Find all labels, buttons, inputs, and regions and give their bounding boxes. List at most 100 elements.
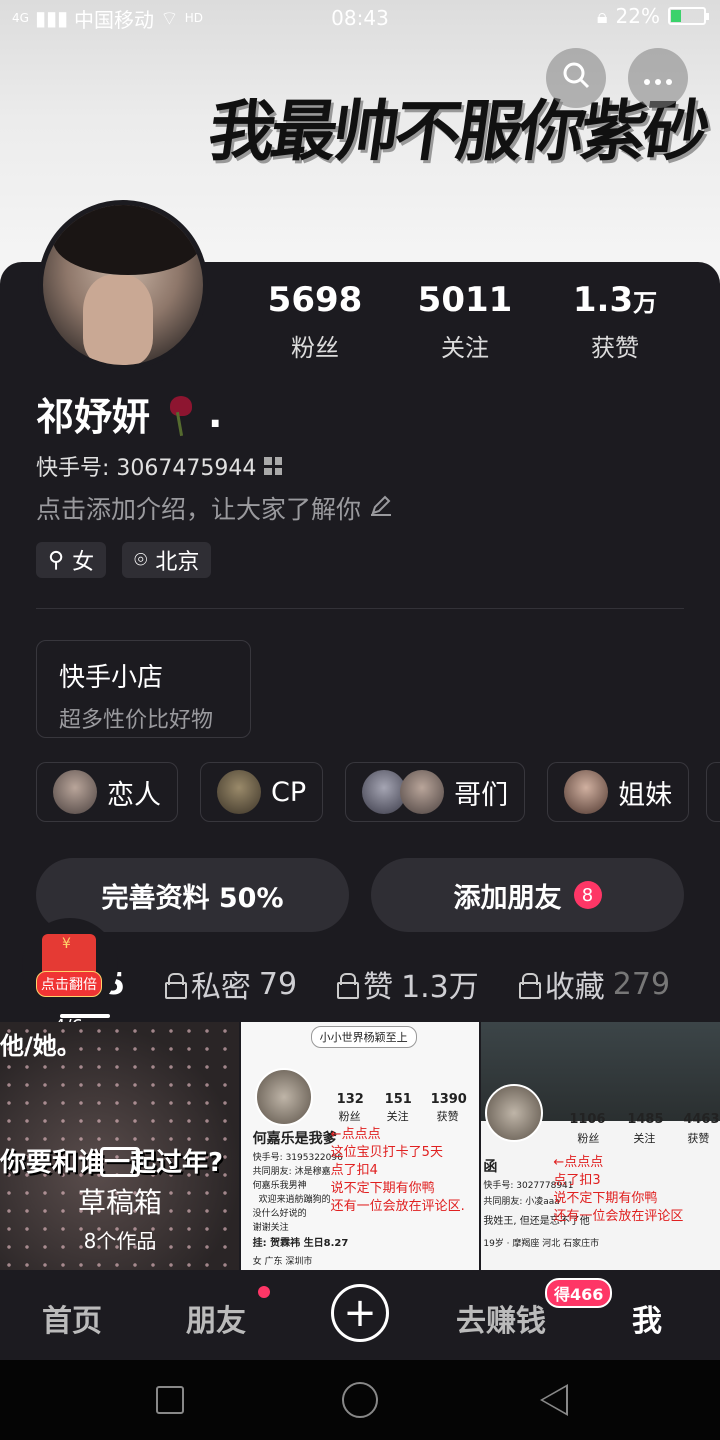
battery-icon: [668, 7, 709, 25]
folder-icon: [100, 1147, 140, 1177]
tile-name: 函: [483, 1159, 498, 1175]
relation-more-edge[interactable]: [706, 762, 720, 822]
avatar[interactable]: [38, 200, 208, 370]
tile-id: 快手号: 3195322096: [252, 1153, 343, 1163]
tab-likes[interactable]: 赞 1.3万: [337, 962, 479, 1006]
shop-title: 快手小店: [59, 663, 164, 693]
complete-profile-label: 完善资料 50%: [101, 882, 284, 914]
add-friends-badge: 8: [573, 881, 602, 909]
tile-stat: 1390: [430, 1092, 467, 1107]
tab-favorites[interactable]: 收藏 279: [518, 962, 671, 1006]
following-label: 关注: [441, 334, 489, 362]
tile-line: 何嘉乐我男神: [252, 1181, 307, 1191]
location-pin-icon: ⌾: [134, 547, 148, 573]
plus-icon: +: [343, 1290, 377, 1336]
relation-sisters[interactable]: 姐妹: [547, 762, 690, 822]
followers-label: 粉丝: [291, 334, 339, 362]
add-friends-button[interactable]: 添加朋友 8: [371, 858, 684, 932]
profile-stats: 5698 粉丝 5011 关注 1.3万 获赞: [240, 280, 700, 363]
drafts-tile[interactable]: 他/她。 你要和谁一起过年? 草稿箱 8个作品: [0, 1022, 239, 1270]
back-button[interactable]: [540, 1384, 568, 1416]
likes-label: 获赞: [591, 334, 639, 362]
earn-badge: 得466: [545, 1278, 613, 1308]
tile-stat-label: 关注: [633, 1132, 656, 1145]
red-packet-widget[interactable]: 点击翻倍: [22, 918, 118, 1014]
female-icon: ⚲: [48, 547, 65, 573]
create-button[interactable]: +: [331, 1284, 389, 1342]
gender-label: 女: [72, 550, 95, 575]
relation-label: 哥们: [454, 779, 509, 811]
tile-top-text: 他/她。: [0, 1032, 81, 1060]
tab-private[interactable]: 私密 79: [164, 962, 298, 1006]
home-button[interactable]: [342, 1382, 378, 1418]
tab-count: 279: [612, 966, 671, 1002]
tile-location: 19岁 · 摩羯座 河北 石家庄市: [483, 1239, 600, 1249]
tab-count: 79: [258, 966, 298, 1002]
more-icon: [643, 63, 673, 93]
location-tag[interactable]: ⌾ 北京: [122, 542, 212, 578]
tile-stat: 132: [336, 1092, 364, 1107]
profile-name: 祁妤妍 .: [36, 386, 222, 441]
tile-stat: 4463: [683, 1112, 720, 1127]
lover-avatar: [53, 770, 97, 814]
qr-code-icon[interactable]: [264, 457, 283, 475]
relation-label: 姐妹: [618, 779, 673, 811]
following-stat[interactable]: 5011 关注: [390, 280, 540, 363]
tab-label: 收藏: [544, 970, 605, 1005]
tile-stat-label: 获赞: [436, 1110, 459, 1123]
kuaishou-shop-card[interactable]: 快手小店 超多性价比好物: [36, 640, 251, 738]
rose-icon: [156, 392, 202, 436]
more-button[interactable]: [628, 48, 688, 108]
nav-me[interactable]: 我: [632, 1296, 662, 1340]
lock-icon: [518, 973, 541, 999]
tile-stat-label: 粉丝: [338, 1110, 361, 1123]
work-tile[interactable]: 小小世界杨颖至上 132 粉丝 151 关注 1390 获赞 何嘉乐是我爹 快手…: [240, 1022, 480, 1270]
tile-friends: 共同朋友: 小凌aaa: [483, 1197, 560, 1207]
bottom-nav: 首页 朋友 + 去赚钱 得466 我: [0, 1270, 720, 1360]
bio-prompt[interactable]: 点击添加介绍，让大家了解你: [36, 490, 393, 526]
sister-avatar: [564, 770, 609, 814]
followers-count: 5698: [267, 280, 363, 320]
tab-count: 1.3万: [401, 970, 479, 1005]
content-tabs: 作品 5 私密 79 赞 1.3万 收藏 279: [36, 962, 720, 1006]
username-suffix: .: [208, 391, 223, 436]
tile-name: 何嘉乐是我爹: [252, 1131, 337, 1147]
nav-friends[interactable]: 朋友: [186, 1296, 246, 1340]
nav-earn[interactable]: 去赚钱: [456, 1296, 546, 1340]
followers-stat[interactable]: 5698 粉丝: [240, 280, 390, 363]
tile-line: 谢谢关注: [252, 1223, 289, 1233]
drafts-count: 8个作品: [83, 1229, 157, 1253]
tile-stat-label: 关注: [386, 1110, 409, 1123]
kuaishou-id: 快手号: 3067475944: [36, 456, 257, 481]
lock-icon: [337, 973, 360, 999]
recents-button[interactable]: [156, 1386, 184, 1414]
likes-stat[interactable]: 1.3万 获赞: [540, 280, 690, 363]
status-bar: 4G ▮▮▮ 中国移动 ⌔ HD 08:43 🔒︎ 22%: [0, 0, 720, 36]
tile-friends: 共同朋友: 沐是穆嘉: [252, 1167, 331, 1177]
tile-stat: 1485: [627, 1112, 664, 1127]
tile-avatar: [254, 1068, 313, 1126]
relationship-row: 恋人 CP 哥们 姐妹: [36, 762, 690, 822]
work-tile[interactable]: 1106 粉丝 1485 关注 4463 获赞 函 快手号: 302777894…: [481, 1022, 720, 1270]
drafts-box: 草稿箱 8个作品: [0, 1147, 239, 1254]
tile-location: 女 广东 深圳市: [252, 1257, 313, 1267]
tab-label: 私密: [190, 970, 251, 1005]
battery-percent: 22%: [615, 4, 660, 28]
friends-notification-dot: [258, 1286, 270, 1298]
relation-cp[interactable]: CP: [200, 762, 324, 822]
action-row: 完善资料 50% 添加朋友 8: [36, 858, 684, 932]
username: 祁妤妍: [36, 395, 151, 439]
search-icon: [561, 60, 591, 97]
tile-avatar: [485, 1084, 544, 1142]
search-button[interactable]: [546, 48, 606, 108]
buddy-avatar: [400, 770, 445, 814]
relation-label: CP: [271, 776, 307, 808]
nav-home[interactable]: 首页: [42, 1296, 102, 1340]
kuaishou-id-row[interactable]: 快手号: 3067475944: [36, 450, 283, 482]
tile-line: 欢迎来逍舫蹦狗的: [258, 1195, 331, 1205]
rotation-lock-icon: 🔒︎: [596, 4, 608, 28]
gender-tag[interactable]: ⚲ 女: [36, 542, 107, 578]
relation-lover[interactable]: 恋人: [36, 762, 178, 822]
red-packet-label: 点击翻倍: [36, 971, 102, 997]
relation-buddies[interactable]: 哥们: [345, 762, 526, 822]
